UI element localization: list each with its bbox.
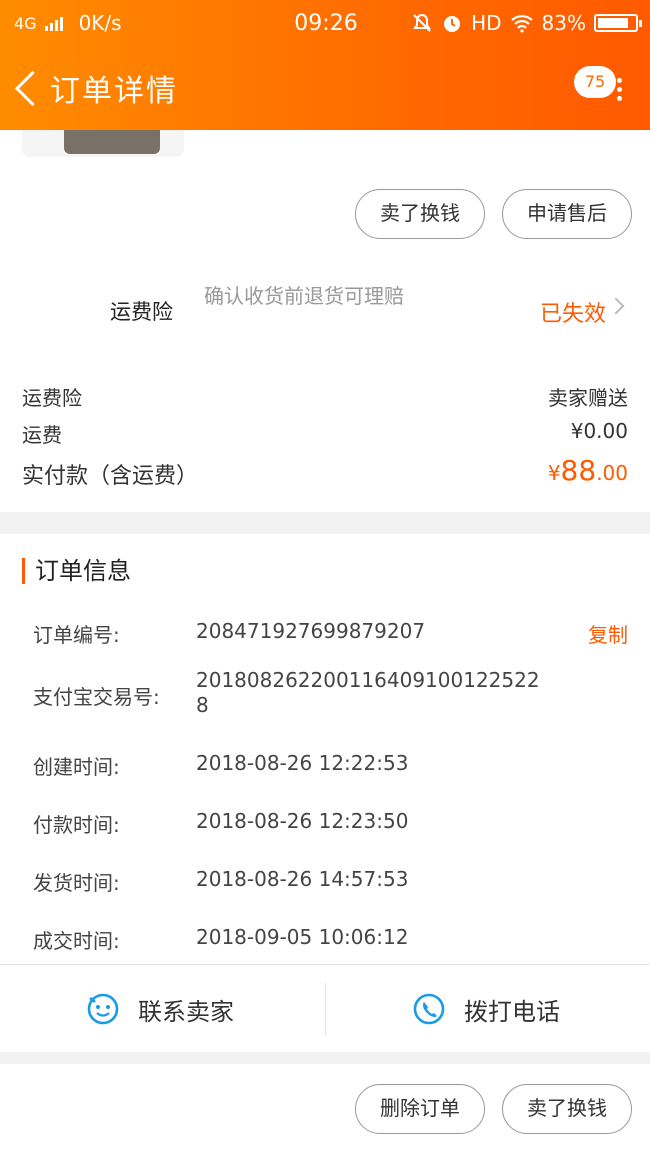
contact-seller-button[interactable]: 联系卖家	[86, 965, 234, 1053]
insurance-name: 运费险	[110, 300, 173, 324]
signal-icon	[44, 15, 63, 31]
summary-shipping-value: ¥0.00	[570, 419, 628, 443]
section-divider	[0, 1052, 650, 1064]
total-integer: 88	[560, 454, 597, 487]
mute-bell-icon	[413, 13, 431, 32]
divider	[325, 983, 326, 1035]
shipped-time-value: 2018-08-26 14:57:53	[196, 867, 409, 891]
alipay-trade-label: 支付宝交易号:	[33, 685, 160, 709]
header-bar: 4G 0K/s 09:26 HD 83% 订单详情 75	[0, 0, 650, 130]
call-label: 拨打电话	[464, 997, 560, 1026]
wifi-icon	[510, 15, 533, 33]
alipay-trade-value: 2018082622001164091001225228	[196, 668, 540, 717]
order-number-label: 订单编号:	[33, 623, 120, 647]
created-time-label: 创建时间:	[33, 755, 120, 779]
summary-insurance-label: 运费险	[22, 386, 82, 410]
phone-icon	[413, 993, 445, 1025]
copy-button[interactable]: 复制	[588, 619, 628, 648]
sell-button[interactable]: 卖了换钱	[355, 189, 485, 239]
summary-shipping-row: 运费 ¥0.00	[22, 419, 628, 448]
insurance-status: 已失效	[539, 302, 606, 327]
paid-time-value: 2018-08-26 12:23:50	[196, 809, 409, 833]
page-title: 订单详情	[50, 74, 178, 109]
completed-time-value: 2018-09-05 10:06:12	[196, 925, 409, 949]
contact-seller-label: 联系卖家	[138, 997, 234, 1026]
more-menu-icon[interactable]: 75	[574, 66, 624, 108]
alarm-icon	[444, 16, 461, 32]
summary-total-row: 实付款（含运费） ¥88.00	[22, 454, 628, 490]
sell-button-bottom[interactable]: 卖了换钱	[502, 1084, 632, 1134]
shipping-insurance-row[interactable]: 运费险 确认收货前退货可理赔 已失效	[0, 270, 650, 350]
hd-indicator: HD	[471, 11, 502, 35]
battery-percent: 83%	[541, 11, 586, 35]
back-chevron-icon[interactable]	[8, 60, 50, 116]
created-time-value: 2018-08-26 12:22:53	[196, 751, 409, 775]
nav-bar: 订单详情 75	[0, 60, 650, 116]
summary-total-label: 实付款（含运费）	[22, 464, 199, 489]
chevron-right-icon	[607, 297, 625, 315]
chat-bubble-icon	[87, 993, 119, 1025]
shipped-time-label: 发货时间:	[33, 871, 120, 895]
network-speed: 0K/s	[78, 11, 122, 35]
delete-order-button[interactable]: 删除订单	[355, 1084, 485, 1134]
summary-total-value: ¥88.00	[548, 454, 628, 487]
section-divider	[0, 512, 650, 534]
call-button[interactable]: 拨打电话	[412, 965, 560, 1053]
product-thumbnail[interactable]	[22, 130, 184, 157]
message-count-badge: 75	[574, 66, 616, 98]
summary-insurance-row: 运费险 卖家赠送	[22, 382, 628, 411]
battery-icon	[594, 14, 642, 32]
total-decimal: .00	[596, 461, 628, 485]
completed-time-label: 成交时间:	[33, 929, 120, 953]
summary-insurance-value: 卖家赠送	[548, 386, 628, 410]
summary-shipping-label: 运费	[22, 423, 62, 447]
status-bar: 4G 0K/s 09:26 HD 83%	[14, 8, 642, 38]
currency-symbol: ¥	[547, 461, 561, 485]
contact-bar: 联系卖家 拨打电话	[0, 964, 650, 1052]
status-time: 09:26	[294, 10, 358, 36]
network-type: 4G	[14, 13, 37, 33]
insurance-description: 确认收货前退货可理赔	[204, 284, 404, 308]
order-number-value: 208471927699879207	[196, 619, 426, 643]
order-info-title: 订单信息	[22, 558, 131, 584]
after-sale-button[interactable]: 申请售后	[502, 189, 632, 239]
paid-time-label: 付款时间:	[33, 813, 120, 837]
